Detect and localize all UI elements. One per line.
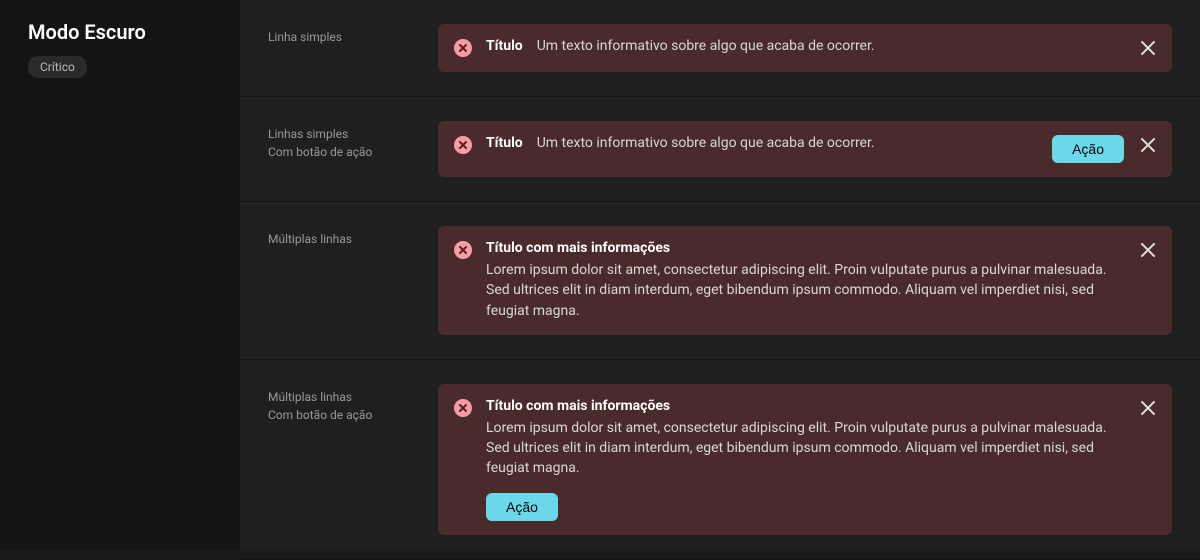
example-row: Múltiplas linhas Título com mais informa… — [240, 202, 1200, 360]
row-label: Múltiplas linhas — [268, 226, 438, 248]
row-label-line: Com botão de ação — [268, 143, 438, 161]
alert-actions: Ação — [486, 493, 1124, 521]
page-title: Modo Escuro — [28, 20, 240, 44]
error-circle-icon — [454, 241, 472, 259]
close-icon[interactable] — [1138, 398, 1158, 418]
alert-text: Um texto informativo sobre algo que acab… — [537, 38, 875, 54]
alert-critical: Título Um texto informativo sobre algo q… — [438, 24, 1172, 72]
error-circle-icon — [454, 399, 472, 417]
example-row: Linha simples Título Um texto informativ… — [240, 0, 1200, 97]
alert-text: Lorem ipsum dolor sit amet, consectetur … — [486, 260, 1124, 321]
status-badge: Crítico — [28, 56, 87, 78]
alert-title: Título — [486, 135, 523, 151]
action-button[interactable]: Ação — [1052, 135, 1124, 163]
alert-critical: Título com mais informações Lorem ipsum … — [438, 384, 1172, 535]
alert-body: Título com mais informações Lorem ipsum … — [486, 240, 1124, 321]
alert-title: Título com mais informações — [486, 398, 1124, 414]
example-row: Múltiplas linhas Com botão de ação Títul… — [240, 360, 1200, 560]
row-label-line: Múltiplas linhas — [268, 388, 438, 406]
error-circle-icon — [454, 136, 472, 154]
row-label-line: Múltiplas linhas — [268, 230, 438, 248]
close-icon[interactable] — [1138, 240, 1158, 260]
alert-title: Título — [486, 38, 523, 54]
row-label-line: Com botão de ação — [268, 406, 438, 424]
close-icon[interactable] — [1138, 38, 1158, 58]
row-label: Linha simples — [268, 24, 438, 46]
row-label: Linhas simples Com botão de ação — [268, 121, 438, 161]
alert-critical: Título Um texto informativo sobre algo q… — [438, 121, 1172, 177]
action-button[interactable]: Ação — [486, 493, 558, 521]
main-content: Linha simples Título Um texto informativ… — [240, 0, 1200, 551]
alert-body: Título Um texto informativo sobre algo q… — [486, 135, 1038, 151]
alert-body: Título Um texto informativo sobre algo q… — [486, 38, 1124, 54]
sidebar: Modo Escuro Crítico — [0, 0, 240, 551]
row-label-line: Linha simples — [268, 28, 438, 46]
close-icon[interactable] — [1138, 135, 1158, 155]
example-row: Linhas simples Com botão de ação Título … — [240, 97, 1200, 202]
alert-text: Lorem ipsum dolor sit amet, consectetur … — [486, 418, 1124, 479]
alert-critical: Título com mais informações Lorem ipsum … — [438, 226, 1172, 335]
alert-text: Um texto informativo sobre algo que acab… — [537, 135, 875, 151]
row-label: Múltiplas linhas Com botão de ação — [268, 384, 438, 424]
alert-body: Título com mais informações Lorem ipsum … — [486, 398, 1124, 521]
row-label-line: Linhas simples — [268, 125, 438, 143]
error-circle-icon — [454, 39, 472, 57]
alert-title: Título com mais informações — [486, 240, 1124, 256]
